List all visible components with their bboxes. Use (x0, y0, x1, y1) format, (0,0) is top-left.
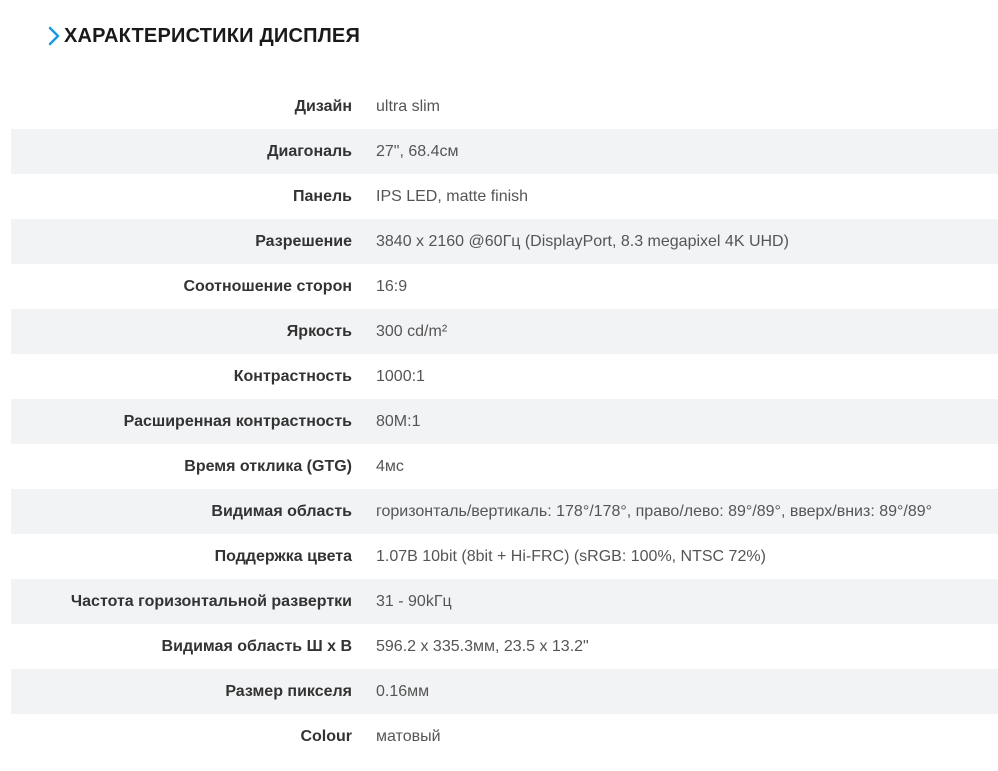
spec-label: Видимая область Ш x В (161, 637, 352, 655)
spec-row: Видимая область горизонталь/вертикаль: 1… (11, 489, 998, 534)
spec-row: Размер пикселя 0.16мм (11, 669, 998, 714)
spec-row: Контрастность 1000:1 (11, 354, 998, 399)
spec-value: 4мс (376, 457, 404, 475)
spec-value: 596.2 x 335.3мм, 23.5 x 13.2" (376, 637, 589, 655)
chevron-right-icon (48, 26, 60, 46)
spec-row: Colour матовый (11, 714, 998, 759)
page: ХАРАКТЕРИСТИКИ ДИСПЛЕЯ Дизайн ultra slim… (0, 0, 998, 771)
spec-row: Разрешение 3840 x 2160 @60Гц (DisplayPor… (11, 219, 998, 264)
spec-label: Размер пикселя (225, 682, 352, 700)
spec-value: 3840 x 2160 @60Гц (DisplayPort, 8.3 mega… (376, 232, 789, 250)
spec-value: 0.16мм (376, 682, 430, 700)
spec-value: горизонталь/вертикаль: 178°/178°, право/… (376, 502, 933, 520)
spec-row: Время отклика (GTG) 4мс (11, 444, 998, 489)
spec-label: Расширенная контрастность (123, 412, 352, 430)
spec-row: Соотношение сторон 16:9 (11, 264, 998, 309)
spec-value: 31 - 90kГц (376, 592, 452, 610)
spec-row: Диагональ 27", 68.4см (11, 129, 998, 174)
spec-row: Расширенная контрастность 80M:1 (11, 399, 998, 444)
spec-row: Панель IPS LED, matte finish (11, 174, 998, 219)
spec-value: 80M:1 (376, 412, 421, 430)
section-header: ХАРАКТЕРИСТИКИ ДИСПЛЕЯ (46, 22, 360, 50)
section-title: ХАРАКТЕРИСТИКИ ДИСПЛЕЯ (64, 24, 361, 47)
spec-value: 16:9 (376, 277, 408, 295)
spec-value: 1000:1 (376, 367, 425, 385)
spec-label: Время отклика (GTG) (184, 457, 352, 475)
spec-value: 27", 68.4см (376, 142, 459, 160)
spec-label: Дизайн (294, 97, 352, 115)
spec-value: 1.07B 10bit (8bit + Hi-FRC) (sRGB: 100%,… (376, 547, 766, 565)
spec-row: Частота горизонтальной развертки 31 - 90… (11, 579, 998, 624)
spec-row: Яркость 300 cd/m² (11, 309, 998, 354)
spec-value: 300 cd/m² (376, 322, 448, 340)
spec-label: Панель (293, 187, 352, 205)
spec-label: Яркость (286, 322, 352, 340)
spec-value: матовый (376, 727, 441, 745)
spec-label: Контрастность (233, 367, 352, 385)
spec-value: IPS LED, matte finish (376, 187, 529, 205)
spec-table: Дизайн ultra slim Диагональ 27", 68.4см … (11, 84, 998, 759)
spec-value: ultra slim (376, 97, 441, 115)
spec-label: Разрешение (255, 232, 352, 250)
spec-row: Видимая область Ш x В 596.2 x 335.3мм, 2… (11, 624, 998, 669)
spec-label: Видимая область (211, 502, 352, 520)
spec-label: Colour (300, 727, 352, 745)
spec-row: Дизайн ultra slim (11, 84, 998, 129)
spec-row: Поддержка цвета 1.07B 10bit (8bit + Hi-F… (11, 534, 998, 579)
spec-label: Диагональ (267, 142, 352, 160)
spec-label: Соотношение сторон (183, 277, 352, 295)
spec-label: Поддержка цвета (214, 547, 352, 565)
spec-label: Частота горизонтальной развертки (70, 592, 352, 610)
